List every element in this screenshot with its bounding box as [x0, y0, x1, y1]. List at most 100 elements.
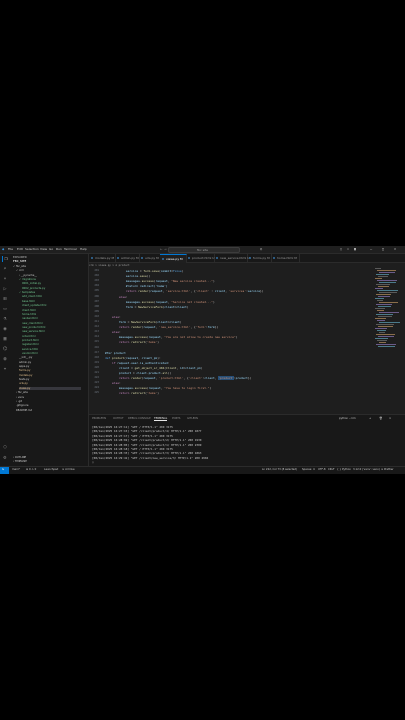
status-item[interactable]: ⊗ 0 ⚠ 0	[26, 468, 36, 471]
panel-tab[interactable]: OUTPUT	[113, 417, 124, 420]
nav-back-icon[interactable]: ←	[160, 247, 163, 251]
outline-section[interactable]: › OUTLINE	[13, 456, 26, 459]
file-tree-item[interactable]: ✓ templates	[19, 291, 35, 294]
minimize-icon[interactable]: –	[370, 247, 372, 251]
file-tree-item[interactable]: __init__.py	[19, 356, 32, 359]
code-line[interactable]: service.save()	[105, 274, 150, 278]
file-tree-item[interactable]: apps.py	[19, 365, 29, 368]
source-control-icon[interactable]: ⑂	[2, 276, 8, 282]
menu-go[interactable]: Go	[49, 247, 53, 251]
workspace-root[interactable]: FBC_SITE	[13, 260, 26, 263]
search-icon[interactable]: ⌕	[2, 266, 8, 272]
status-item[interactable]: 3.12.0 ('venv': venv)	[353, 468, 380, 471]
code-line[interactable]: return render(request, 'new_service.html…	[105, 325, 218, 329]
manage-gear-icon[interactable]: ⚙	[2, 455, 8, 461]
file-tree-item[interactable]: README.md	[16, 409, 32, 412]
code-line[interactable]: if request.user.is_authenticated:	[105, 361, 170, 365]
code-line[interactable]: service = form.save(commit=False)	[105, 269, 184, 273]
status-item[interactable]: Ln 222, Col 73 (8 selected)	[262, 468, 297, 471]
menu-selection[interactable]: Selection	[25, 247, 39, 251]
code-line[interactable]: def product(request, client_pk):	[105, 356, 161, 360]
file-tree-item[interactable]: base.html	[22, 300, 35, 303]
code-line[interactable]: else:	[105, 381, 121, 385]
menu-view[interactable]: View	[40, 247, 47, 251]
terminal-instance-label[interactable]: python - crm	[339, 417, 356, 420]
panel-tab[interactable]: PORTS	[172, 417, 180, 420]
explorer-icon[interactable]: ❐	[2, 256, 9, 262]
editor-tab[interactable]: new_service.html U	[214, 254, 249, 262]
menu-help[interactable]: Help	[80, 247, 87, 251]
python-icon[interactable]: ⌬	[2, 346, 8, 352]
code-line[interactable]: product = client.product.all()	[105, 371, 171, 375]
file-tree-item[interactable]: ✓ migrations	[19, 278, 36, 281]
code-line[interactable]: else:	[105, 330, 121, 334]
testing-icon[interactable]: ⚗	[2, 316, 8, 322]
file-tree-item[interactable]: tests.py	[19, 378, 29, 381]
panel-tab[interactable]: TERMINAL	[154, 417, 168, 421]
add-terminal-icon[interactable]: +	[369, 417, 371, 420]
file-tree-item[interactable]: client.html	[22, 309, 36, 312]
status-item[interactable]: UTF-8	[318, 468, 326, 471]
status-item[interactable]: Launchpad	[44, 468, 58, 471]
file-tree-item[interactable]: product.html	[22, 339, 39, 342]
timeline-section[interactable]: › TIMELINE	[13, 460, 27, 463]
code-line[interactable]: else:	[105, 295, 128, 299]
file-tree-item[interactable]: new_product.html	[22, 326, 45, 329]
panel-tab[interactable]: DEBUG CONSOLE	[128, 417, 151, 420]
editor-tab[interactable]: views.py M	[160, 254, 187, 263]
file-tree-item[interactable]: new_service.html	[22, 330, 45, 333]
account-icon[interactable]: ◯	[2, 444, 8, 450]
file-tree-item[interactable]: › venv	[16, 396, 24, 399]
file-tree-item[interactable]: register.html	[22, 343, 39, 346]
code-line[interactable]: #for product	[105, 351, 126, 355]
code-editor[interactable]: 201 service = form.save(commit=False) 202…	[89, 268, 405, 408]
file-tree-item[interactable]: forms.py	[19, 369, 30, 372]
command-search-box[interactable]: fbc site	[168, 247, 240, 253]
file-tree-item[interactable]: new_client.html	[22, 322, 43, 325]
status-item[interactable]: ⊙ Prettier	[381, 468, 394, 471]
code-line[interactable]: return render(request, 'service.html', {…	[105, 289, 264, 293]
code-line[interactable]: form = NewServiceForm(client=client)	[105, 320, 182, 324]
file-tree-item[interactable]: views.py	[19, 386, 81, 390]
file-tree-item[interactable]: order.html	[22, 335, 35, 338]
menu-terminal[interactable]: Terminal	[64, 247, 77, 251]
extensions-icon[interactable]: ⊞	[2, 296, 8, 302]
code-line[interactable]: messages.success(request, "You have to l…	[105, 386, 211, 390]
file-tree-item[interactable]: client_update.html	[22, 304, 46, 307]
code-line[interactable]: return redirect('home')	[105, 391, 159, 395]
gitlens-icon[interactable]: ◉	[2, 326, 8, 332]
layout-customize-icon[interactable]: ▣	[354, 247, 356, 251]
status-item[interactable]: { } Python	[337, 468, 351, 471]
close-panel-icon[interactable]: ×	[389, 417, 391, 420]
file-tree-item[interactable]: › __pycache__	[19, 274, 37, 277]
editor-tab[interactable]: admin.py M	[115, 254, 140, 262]
file-tree-item[interactable]: vendor.html	[22, 352, 38, 355]
database-icon[interactable]: ◍	[2, 356, 8, 362]
status-item[interactable]: Spaces: 4	[302, 468, 315, 471]
file-tree-item[interactable]: service.html	[22, 348, 38, 351]
status-item[interactable]: CRLF	[328, 468, 335, 471]
status-item[interactable]: ⊙ crmlive	[62, 468, 75, 471]
code-line[interactable]: client = get_object_or_404(Client, id=cl…	[105, 366, 203, 370]
remote-indicator[interactable]: ⇆	[0, 467, 9, 474]
code-line[interactable]: messages.success(request, "You are not a…	[105, 335, 237, 339]
code-line[interactable]: return redirect('home')	[105, 340, 159, 344]
panel-tab[interactable]: GITLENS	[187, 417, 198, 420]
code-line[interactable]: messages.success(request, "New service c…	[105, 279, 215, 283]
editor-tab[interactable]: forms.py M	[247, 254, 272, 262]
copilot-icon[interactable]: ◎	[260, 247, 262, 251]
remote-explorer-icon[interactable]: ▭	[2, 306, 8, 312]
status-item[interactable]: main*	[12, 468, 20, 471]
code-line[interactable]: return render(request, 'product.html', {…	[105, 376, 251, 381]
menu-edit[interactable]: Edit	[17, 247, 23, 251]
layout-sidebar-icon[interactable]: ▯	[340, 247, 342, 251]
maximize-icon[interactable]: □	[382, 247, 384, 251]
file-tree-item[interactable]: navbar.html	[22, 317, 38, 320]
file-tree-item[interactable]: › .git	[16, 400, 22, 403]
code-line[interactable]: #return redirect('home')	[105, 284, 168, 288]
menu-file[interactable]: File	[8, 247, 13, 251]
file-tree-item[interactable]: models.py	[19, 374, 32, 377]
minimap[interactable]	[375, 268, 401, 348]
run-debug-icon[interactable]: ▷	[2, 286, 8, 292]
file-tree-item[interactable]: ✓ fbc_site	[13, 265, 26, 268]
